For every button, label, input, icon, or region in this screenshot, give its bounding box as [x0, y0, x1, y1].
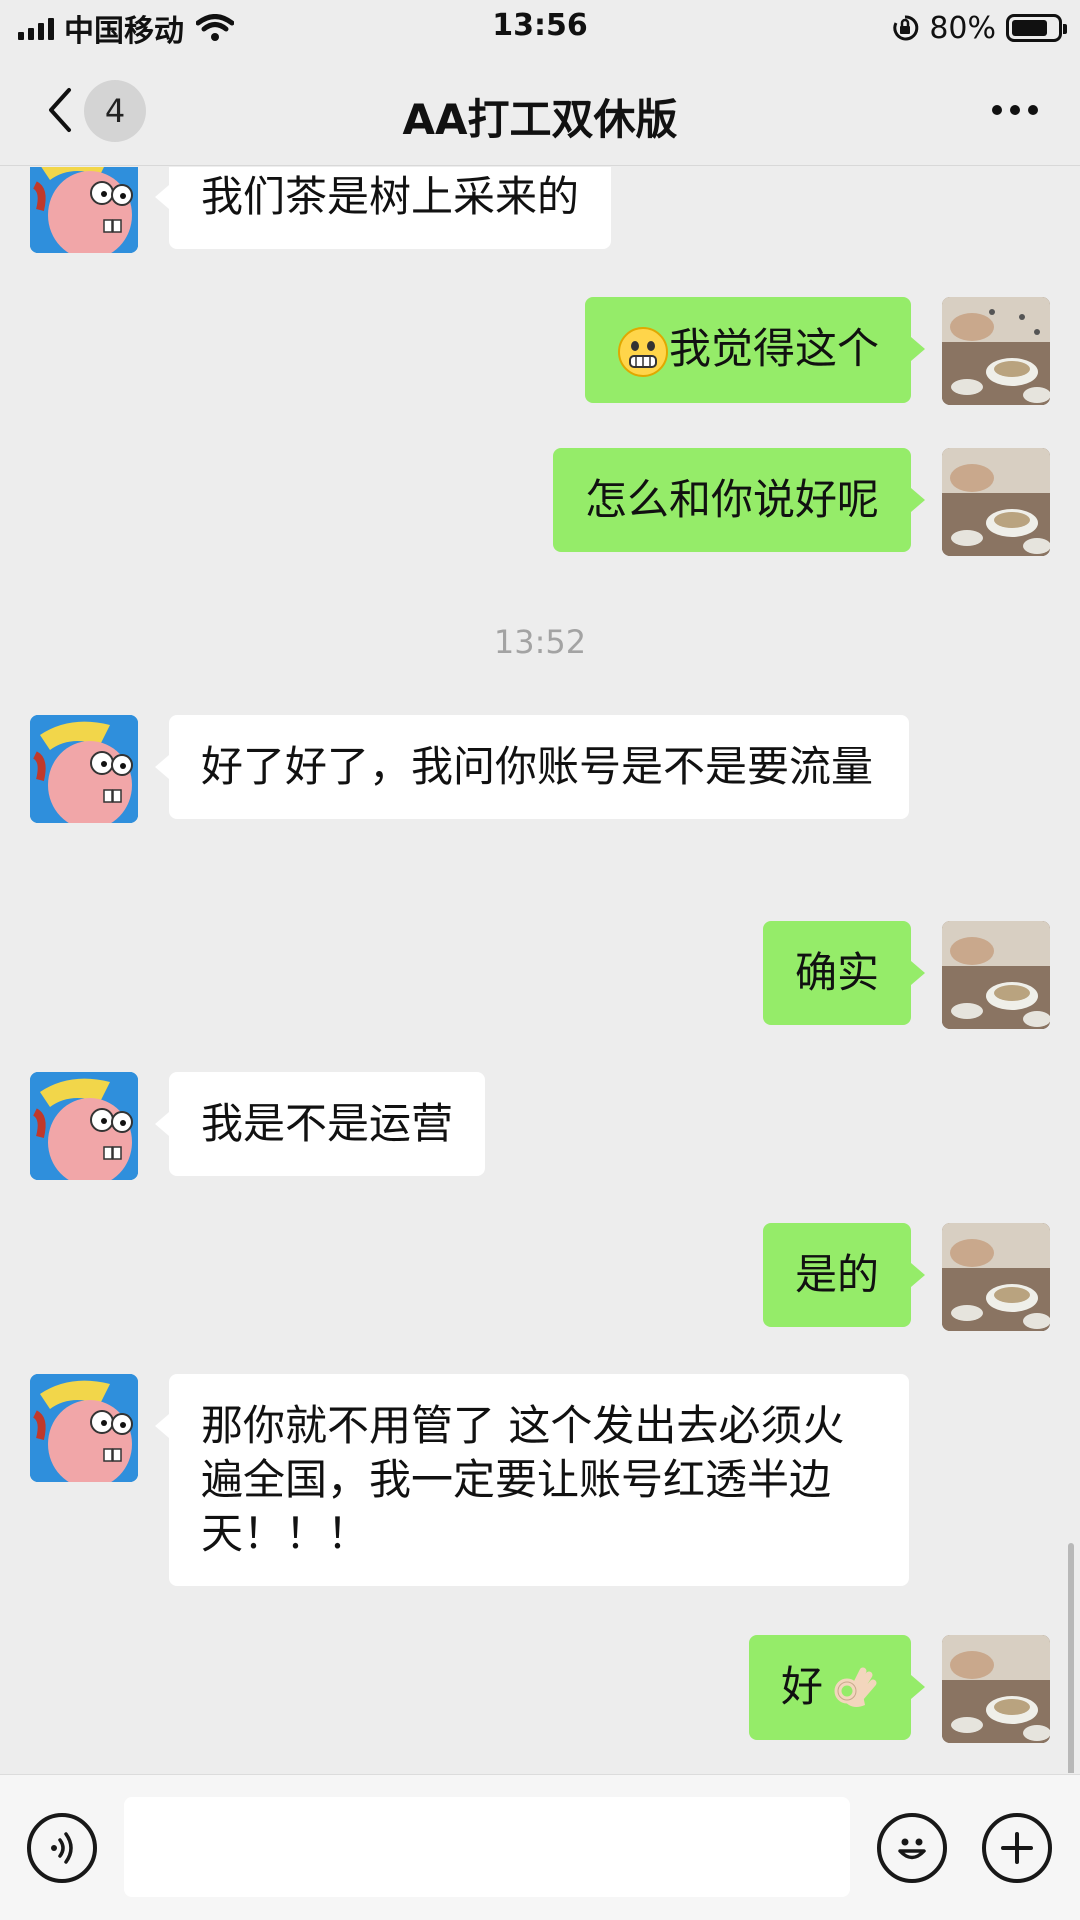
chat-title: AA打工双休版 — [402, 95, 678, 144]
message-bubble[interactable]: 好 — [748, 1635, 926, 1740]
message-bubble[interactable]: 怎么和你说好呢 — [552, 448, 926, 552]
status-bar: 中国移动 13:56 80% — [0, 0, 1080, 56]
friend-avatar[interactable] — [30, 1072, 138, 1180]
message-bubble[interactable]: 是的 — [762, 1223, 926, 1327]
my-avatar[interactable] — [942, 1223, 1050, 1331]
message-row-sent: 是的 — [762, 1223, 1050, 1331]
message-row-received: 好了好了，我问你账号是不是要流量 — [30, 715, 909, 823]
more-dots-icon — [992, 105, 1002, 115]
message-row-received: 我是不是运营 — [30, 1072, 486, 1180]
tea-photo-avatar-icon — [942, 448, 1050, 556]
message-bubble[interactable]: 好了好了，我问你账号是不是要流量 — [155, 715, 909, 819]
battery-icon — [1006, 14, 1067, 42]
message-bubble[interactable]: 我们茶是树上采来的 — [154, 167, 612, 249]
message-row-sent: 好 — [748, 1635, 1050, 1743]
message-row-received: 我们茶是树上采来的 — [30, 167, 612, 253]
ok-hand-icon — [834, 1667, 877, 1707]
message-bubble[interactable]: 我是不是运营 — [154, 1072, 486, 1176]
message-input[interactable] — [124, 1797, 850, 1897]
tea-photo-avatar-icon — [942, 1635, 1050, 1743]
smiley-face-icon — [898, 1838, 926, 1860]
tea-photo-avatar-icon — [942, 921, 1050, 1029]
emoji-button[interactable] — [877, 1813, 947, 1883]
tea-photo-avatar-icon — [942, 297, 1050, 405]
message-bubble[interactable]: 确实 — [762, 921, 926, 1025]
cartoon-starfish-avatar-icon — [30, 1072, 138, 1180]
plus-icon — [1001, 1832, 1033, 1864]
cartoon-starfish-avatar-icon — [30, 167, 138, 253]
orientation-lock-icon — [893, 15, 919, 41]
chat-scrollbar[interactable] — [1068, 1543, 1074, 1773]
voice-input-button[interactable] — [27, 1813, 97, 1883]
friend-avatar[interactable] — [30, 167, 138, 253]
message-bubble[interactable]: 那你就不用管了 这个发出去必须火遍全国，我一定要让账号红透半边天！！！ — [155, 1374, 909, 1586]
input-bar — [0, 1774, 1080, 1920]
my-avatar[interactable] — [942, 448, 1050, 556]
message-row-sent: 我觉得这个 — [584, 297, 1050, 405]
message-row-sent: 怎么和你说好呢 — [552, 448, 1050, 556]
message-row-sent: 确实 — [762, 921, 1050, 1029]
my-avatar[interactable] — [942, 921, 1050, 1029]
more-functions-button[interactable] — [982, 1813, 1052, 1883]
message-row-received: 那你就不用管了 这个发出去必须火遍全国，我一定要让账号红透半边天！！！ — [30, 1374, 909, 1586]
message-text: 我觉得这个 — [668, 324, 879, 373]
friend-avatar[interactable] — [30, 1374, 138, 1482]
cartoon-starfish-avatar-icon — [30, 1374, 138, 1482]
voice-icon — [51, 1832, 73, 1864]
cartoon-starfish-avatar-icon — [30, 715, 138, 823]
my-avatar[interactable] — [942, 297, 1050, 405]
message-text: 好 — [780, 1662, 823, 1711]
message-timestamp: 13:52 — [493, 623, 587, 661]
grimacing-face-icon — [617, 326, 668, 377]
battery-percentage: 80% — [929, 10, 996, 46]
my-avatar[interactable] — [942, 1635, 1050, 1743]
message-bubble[interactable]: 我觉得这个 — [584, 297, 926, 403]
friend-avatar[interactable] — [30, 715, 138, 823]
chat-header: 4 AA打工双休版 — [0, 56, 1080, 166]
more-options-button[interactable] — [980, 80, 1050, 140]
message-list[interactable]: 我们茶是树上采来的 我觉得这个 怎么和你说好呢 13:52 好了好了，我问你账号… — [0, 167, 1080, 1773]
tea-photo-avatar-icon — [942, 1223, 1050, 1331]
